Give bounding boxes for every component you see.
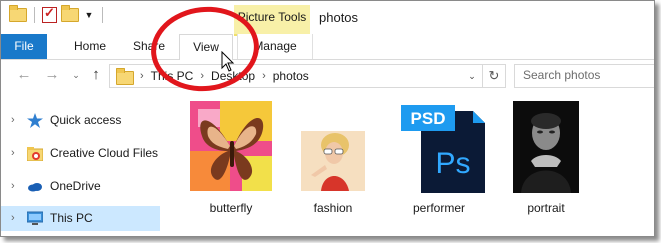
file-item-butterfly[interactable]: butterfly <box>187 101 275 225</box>
psd-file-icon: PSD Ps <box>401 105 485 193</box>
folder-icon[interactable] <box>9 5 27 22</box>
file-name: butterfly <box>209 201 253 215</box>
window-title: photos <box>319 10 359 25</box>
sidebar-item-label: Quick access <box>50 113 122 127</box>
refresh-icon[interactable]: ↻ <box>482 65 505 87</box>
chevron-right-icon[interactable]: › <box>140 65 144 87</box>
toolbar-separator <box>34 7 35 23</box>
file-item-portrait[interactable]: portrait <box>503 101 589 225</box>
butterfly-thumbnail <box>190 101 272 191</box>
tab-home[interactable]: Home <box>59 34 121 59</box>
chevron-right-icon[interactable]: › <box>11 141 15 166</box>
new-folder-icon[interactable] <box>61 5 79 22</box>
navigation-bar: ← → ⌄ ↑ › This PC › Desktop › photos ⌄ ↻ <box>1 60 654 91</box>
sidebar-item-creative-cloud-files[interactable]: › Creative Cloud Files <box>1 141 160 166</box>
sidebar-item-label: Creative Cloud Files <box>50 146 159 160</box>
cloud-icon <box>28 183 42 192</box>
star-icon <box>27 113 43 128</box>
file-list: butterfly fashion PSD Ps performer portr… <box>171 97 654 236</box>
creative-cloud-folder-icon <box>27 147 43 161</box>
monitor-icon <box>27 211 43 225</box>
fashion-thumbnail <box>301 131 365 191</box>
chevron-right-icon[interactable]: › <box>11 174 15 199</box>
back-arrow-icon[interactable]: ← <box>15 66 33 84</box>
ps-glyph: Ps <box>435 147 470 180</box>
folder-icon <box>116 68 134 85</box>
portrait-thumbnail <box>513 101 579 193</box>
sidebar-item-quick-access[interactable]: › Quick access <box>1 108 160 133</box>
chevron-right-icon[interactable]: › <box>11 206 15 231</box>
sidebar-item-onedrive[interactable]: › OneDrive <box>1 174 160 199</box>
file-item-performer[interactable]: PSD Ps performer <box>393 101 485 225</box>
forward-arrow-icon[interactable]: → <box>43 66 61 84</box>
quick-access-toolbar: ▼ <box>9 5 106 23</box>
toolbar-separator <box>102 7 103 23</box>
mouse-cursor-icon <box>221 51 235 72</box>
navigation-pane: › Quick access › Creative Cloud Files › … <box>1 101 160 236</box>
file-item-fashion[interactable]: fashion <box>289 101 377 225</box>
tab-file[interactable]: File <box>1 34 47 59</box>
sidebar-item-this-pc[interactable]: › This PC <box>1 206 160 231</box>
explorer-window: ▼ Picture Tools photos File Home Share V… <box>0 0 655 237</box>
properties-icon[interactable] <box>42 5 57 23</box>
psd-badge: PSD <box>411 109 446 128</box>
file-name: fashion <box>313 201 353 215</box>
sidebar-item-label: OneDrive <box>50 179 101 193</box>
file-name: performer <box>412 201 465 215</box>
ribbon-tabs: File Home Share View Manage <box>1 34 654 61</box>
title-bar: ▼ Picture Tools photos <box>1 1 654 34</box>
search-box[interactable] <box>514 64 654 88</box>
chevron-right-icon[interactable]: › <box>262 65 266 87</box>
sidebar-item-label: This PC <box>50 211 93 225</box>
breadcrumb-photos[interactable]: photos <box>273 65 309 87</box>
customize-toolbar-icon[interactable]: ▼ <box>83 8 95 22</box>
up-arrow-icon[interactable]: ↑ <box>87 66 105 84</box>
file-name: portrait <box>527 201 565 215</box>
recent-locations-icon[interactable]: ⌄ <box>67 66 85 84</box>
search-input[interactable] <box>523 65 653 85</box>
chevron-down-icon[interactable]: ⌄ <box>465 65 479 87</box>
chevron-right-icon[interactable]: › <box>11 108 15 133</box>
